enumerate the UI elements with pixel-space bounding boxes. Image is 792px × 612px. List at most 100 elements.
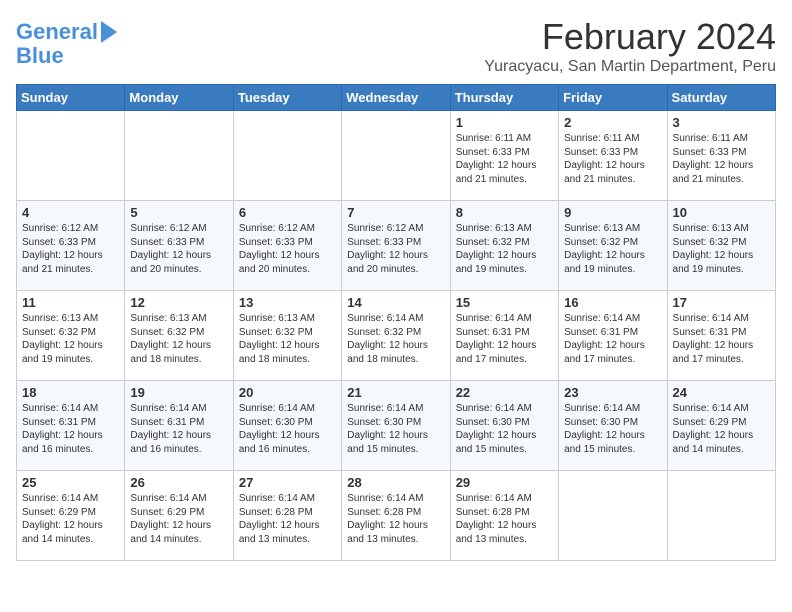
day-info: Sunrise: 6:14 AM Sunset: 6:31 PM Dayligh…: [22, 402, 119, 456]
day-number: 4: [22, 205, 119, 220]
calendar-cell: 9 Sunrise: 6:13 AM Sunset: 6:32 PM Daylig…: [559, 201, 667, 291]
calendar-table: SundayMondayTuesdayWednesdayThursdayFrid…: [16, 84, 776, 561]
day-info: Sunrise: 6:13 AM Sunset: 6:32 PM Dayligh…: [130, 312, 227, 366]
day-number: 27: [239, 475, 336, 490]
calendar-cell: 12Sunrise: 6:13 AM Sunset: 6:32 PM Dayli…: [125, 291, 233, 381]
day-info: Sunrise: 6:12 AM Sunset: 6:33 PM Dayligh…: [22, 222, 119, 276]
header-day-wednesday: Wednesday: [342, 85, 450, 111]
logo-text-line1: General: [16, 20, 98, 44]
day-info: Sunrise: 6:14 AM Sunset: 6:31 PM Dayligh…: [673, 312, 770, 366]
calendar-cell: [17, 111, 125, 201]
day-number: 2: [564, 115, 661, 130]
calendar-cell: 3 Sunrise: 6:11 AM Sunset: 6:33 PM Daylig…: [667, 111, 775, 201]
day-number: 21: [347, 385, 444, 400]
title-area: February 2024 Yuracyacu, San Martin Depa…: [484, 16, 776, 76]
calendar-cell: 2Sunrise: 6:11 AM Sunset: 6:33 PM Daylig…: [559, 111, 667, 201]
day-info: Sunrise: 6:13 AM Sunset: 6:32 PM Dayligh…: [673, 222, 770, 276]
calendar-cell: 24 Sunrise: 6:14 AM Sunset: 6:29 PM Dayli…: [667, 381, 775, 471]
day-info: Sunrise: 6:14 AM Sunset: 6:31 PM Dayligh…: [456, 312, 553, 366]
day-info: Sunrise: 6:13 AM Sunset: 6:32 PM Dayligh…: [564, 222, 661, 276]
day-info: Sunrise: 6:11 AM Sunset: 6:33 PM Dayligh…: [456, 132, 553, 186]
calendar-cell: 18Sunrise: 6:14 AM Sunset: 6:31 PM Dayli…: [17, 381, 125, 471]
day-info: Sunrise: 6:14 AM Sunset: 6:29 PM Dayligh…: [130, 492, 227, 546]
week-row-2: 4 Sunrise: 6:12 AM Sunset: 6:33 PM Daylig…: [17, 201, 776, 291]
day-number: 13: [239, 295, 336, 310]
day-info: Sunrise: 6:11 AM Sunset: 6:33 PM Dayligh…: [673, 132, 770, 186]
calendar-cell: 25 Sunrise: 6:14 AM Sunset: 6:29 PM Dayli…: [17, 471, 125, 561]
logo-text-line2: Blue: [16, 44, 64, 68]
day-info: Sunrise: 6:12 AM Sunset: 6:33 PM Dayligh…: [239, 222, 336, 276]
day-number: 3: [673, 115, 770, 130]
calendar-cell: [233, 111, 341, 201]
calendar-cell: 16 Sunrise: 6:14 AM Sunset: 6:31 PM Dayli…: [559, 291, 667, 381]
day-number: 14: [347, 295, 444, 310]
calendar-cell: [342, 111, 450, 201]
day-number: 11: [22, 295, 119, 310]
day-number: 9: [564, 205, 661, 220]
calendar-cell: 29Sunrise: 6:14 AM Sunset: 6:28 PM Dayli…: [450, 471, 558, 561]
header-day-friday: Friday: [559, 85, 667, 111]
logo: General Blue: [16, 20, 117, 68]
day-number: 26: [130, 475, 227, 490]
calendar-cell: 4 Sunrise: 6:12 AM Sunset: 6:33 PM Daylig…: [17, 201, 125, 291]
day-info: Sunrise: 6:12 AM Sunset: 6:33 PM Dayligh…: [130, 222, 227, 276]
header-day-saturday: Saturday: [667, 85, 775, 111]
calendar-cell: 15 Sunrise: 6:14 AM Sunset: 6:31 PM Dayli…: [450, 291, 558, 381]
day-number: 24: [673, 385, 770, 400]
calendar-cell: 19 Sunrise: 6:14 AM Sunset: 6:31 PM Dayli…: [125, 381, 233, 471]
calendar-cell: 1 Sunrise: 6:11 AM Sunset: 6:33 PM Daylig…: [450, 111, 558, 201]
day-info: Sunrise: 6:14 AM Sunset: 6:31 PM Dayligh…: [130, 402, 227, 456]
calendar-cell: 21 Sunrise: 6:14 AM Sunset: 6:30 PM Dayli…: [342, 381, 450, 471]
day-info: Sunrise: 6:12 AM Sunset: 6:33 PM Dayligh…: [347, 222, 444, 276]
day-number: 7: [347, 205, 444, 220]
week-row-4: 18Sunrise: 6:14 AM Sunset: 6:31 PM Dayli…: [17, 381, 776, 471]
calendar-cell: 11Sunrise: 6:13 AM Sunset: 6:32 PM Dayli…: [17, 291, 125, 381]
day-info: Sunrise: 6:14 AM Sunset: 6:30 PM Dayligh…: [564, 402, 661, 456]
day-number: 23: [564, 385, 661, 400]
day-info: Sunrise: 6:14 AM Sunset: 6:30 PM Dayligh…: [239, 402, 336, 456]
day-number: 28: [347, 475, 444, 490]
month-title: February 2024: [484, 16, 776, 58]
day-info: Sunrise: 6:14 AM Sunset: 6:32 PM Dayligh…: [347, 312, 444, 366]
calendar-cell: [559, 471, 667, 561]
calendar-cell: [125, 111, 233, 201]
calendar-cell: 20 Sunrise: 6:14 AM Sunset: 6:30 PM Dayli…: [233, 381, 341, 471]
day-number: 15: [456, 295, 553, 310]
day-info: Sunrise: 6:14 AM Sunset: 6:29 PM Dayligh…: [22, 492, 119, 546]
day-number: 6: [239, 205, 336, 220]
calendar-cell: 13 Sunrise: 6:13 AM Sunset: 6:32 PM Dayli…: [233, 291, 341, 381]
calendar-cell: 6 Sunrise: 6:12 AM Sunset: 6:33 PM Daylig…: [233, 201, 341, 291]
week-row-5: 25 Sunrise: 6:14 AM Sunset: 6:29 PM Dayli…: [17, 471, 776, 561]
day-number: 29: [456, 475, 553, 490]
calendar-cell: 26 Sunrise: 6:14 AM Sunset: 6:29 PM Dayli…: [125, 471, 233, 561]
week-row-3: 11 Sunrise: 6:13 AM Sunset: 6:32 PM Dayli…: [17, 291, 776, 381]
calendar-cell: 14 Sunrise: 6:14 AM Sunset: 6:32 PM Dayli…: [342, 291, 450, 381]
calendar-cell: [667, 471, 775, 561]
calendar-cell: 28 Sunrise: 6:14 AM Sunset: 6:28 PM Dayli…: [342, 471, 450, 561]
header-day-sunday: Sunday: [17, 85, 125, 111]
day-number: 8: [456, 205, 553, 220]
location-title: Yuracyacu, San Martin Department, Peru: [484, 58, 776, 76]
header-row: SundayMondayTuesdayWednesdayThursdayFrid…: [17, 85, 776, 111]
day-info: Sunrise: 6:14 AM Sunset: 6:30 PM Dayligh…: [347, 402, 444, 456]
day-number: 22: [456, 385, 553, 400]
header-day-monday: Monday: [125, 85, 233, 111]
day-number: 1: [456, 115, 553, 130]
day-number: 19: [130, 385, 227, 400]
day-info: Sunrise: 6:14 AM Sunset: 6:29 PM Dayligh…: [673, 402, 770, 456]
day-info: Sunrise: 6:14 AM Sunset: 6:30 PM Dayligh…: [456, 402, 553, 456]
day-number: 16: [564, 295, 661, 310]
day-number: 20: [239, 385, 336, 400]
day-number: 25: [22, 475, 119, 490]
day-info: Sunrise: 6:14 AM Sunset: 6:28 PM Dayligh…: [347, 492, 444, 546]
day-number: 5: [130, 205, 227, 220]
calendar-cell: 5 Sunrise: 6:12 AM Sunset: 6:33 PM Daylig…: [125, 201, 233, 291]
calendar-cell: 17Sunrise: 6:14 AM Sunset: 6:31 PM Dayli…: [667, 291, 775, 381]
calendar-cell: 22 Sunrise: 6:14 AM Sunset: 6:30 PM Dayli…: [450, 381, 558, 471]
calendar-cell: 8Sunrise: 6:13 AM Sunset: 6:32 PM Daylig…: [450, 201, 558, 291]
day-info: Sunrise: 6:14 AM Sunset: 6:31 PM Dayligh…: [564, 312, 661, 366]
calendar-cell: 10Sunrise: 6:13 AM Sunset: 6:32 PM Dayli…: [667, 201, 775, 291]
calendar-cell: 7 Sunrise: 6:12 AM Sunset: 6:33 PM Daylig…: [342, 201, 450, 291]
day-info: Sunrise: 6:13 AM Sunset: 6:32 PM Dayligh…: [239, 312, 336, 366]
calendar-cell: 27Sunrise: 6:14 AM Sunset: 6:28 PM Dayli…: [233, 471, 341, 561]
